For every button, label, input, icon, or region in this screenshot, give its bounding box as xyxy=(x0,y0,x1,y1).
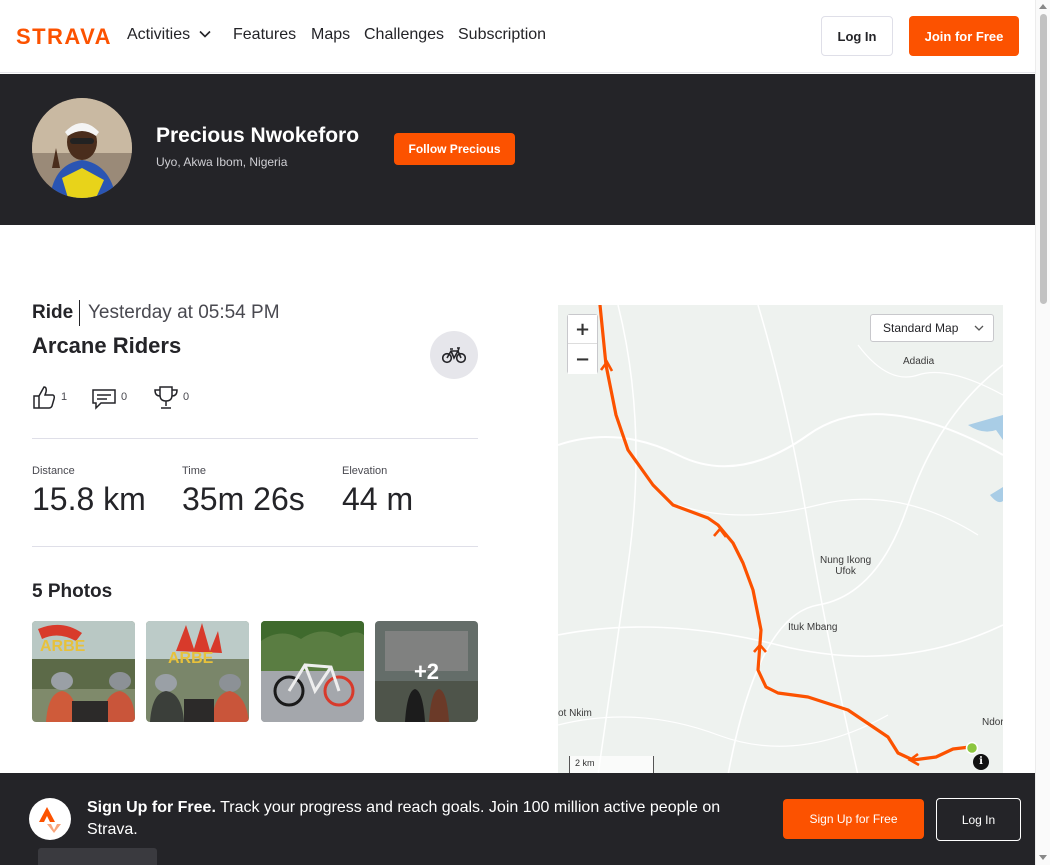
stat-distance-label: Distance xyxy=(32,465,75,477)
achievements-count: 0 xyxy=(183,391,190,403)
page: STRAVA Activities Features Maps Challeng… xyxy=(0,0,1050,865)
stat-time-label: Time xyxy=(182,465,207,477)
nav-maps[interactable]: Maps xyxy=(311,26,350,44)
activity-type: Ride xyxy=(32,302,74,323)
stat-time-value: 35m 26s xyxy=(182,481,305,517)
photo-image: ARBE xyxy=(32,621,135,722)
signup-message: Sign Up for Free. Track your progress an… xyxy=(87,797,747,841)
comments-button[interactable]: 0 xyxy=(91,384,131,412)
athlete-avatar[interactable] xyxy=(32,98,132,198)
map-label: Nung Ikong Ufok xyxy=(820,555,871,577)
thumbs-up-icon xyxy=(33,386,56,409)
map-scale-label: 2 km xyxy=(575,758,595,768)
stat-distance-value: 15.8 km xyxy=(32,481,146,517)
map-label: ot Nkim xyxy=(558,708,592,719)
photo-thumbnail[interactable] xyxy=(261,621,364,722)
photo-image xyxy=(261,621,364,722)
photo-image: ARBE xyxy=(146,621,249,722)
nav-features[interactable]: Features xyxy=(233,26,296,44)
svg-text:STRAVA: STRAVA xyxy=(16,24,111,48)
nav-challenges[interactable]: Challenges xyxy=(364,26,444,44)
top-navigation: STRAVA Activities Features Maps Challeng… xyxy=(0,0,1035,73)
stat-elevation-value: 44 m xyxy=(342,481,414,517)
stat-elevation-label: Elevation xyxy=(342,465,388,477)
scroll-down-arrow[interactable] xyxy=(1039,855,1047,860)
map-canvas xyxy=(558,305,1003,775)
follow-button[interactable]: Follow Precious xyxy=(394,133,515,165)
map-label: Ituk Mbang xyxy=(788,622,838,633)
scroll-up-arrow[interactable] xyxy=(1039,4,1047,9)
photo-thumbnail[interactable]: ARBE xyxy=(146,621,249,722)
strava-chevron-icon xyxy=(39,807,61,833)
chevron-down-icon xyxy=(974,325,984,331)
signup-headline: Sign Up for Free. xyxy=(87,799,216,816)
athlete-location: Uyo, Akwa Ibom, Nigeria xyxy=(156,155,288,169)
map-label-line: Ufok xyxy=(835,566,856,577)
map-label-line: Nung Ikong xyxy=(820,555,872,566)
comment-icon xyxy=(92,389,116,410)
activity-divider xyxy=(79,300,80,326)
svg-text:ARBE: ARBE xyxy=(168,650,214,667)
signup-login-button[interactable]: Log In xyxy=(936,798,1021,841)
strava-app-icon xyxy=(29,798,71,840)
map-type-label: Standard Map xyxy=(883,321,959,335)
join-for-free-button[interactable]: Join for Free xyxy=(909,16,1019,56)
map-label: Ndor xyxy=(982,717,1003,728)
map-scale: 2 km xyxy=(569,756,654,774)
zoom-out-button[interactable]: − xyxy=(568,345,597,374)
nav-activities[interactable]: Activities xyxy=(127,26,212,44)
zoom-control: + − xyxy=(567,314,598,374)
page-scrollbar[interactable] xyxy=(1035,0,1050,865)
bike-icon xyxy=(442,347,466,364)
route-map[interactable]: Adadia Nung Ikong Ufok Ituk Mbang ot Nkim… xyxy=(558,305,1003,775)
kudos-count: 1 xyxy=(61,391,68,403)
signup-button[interactable]: Sign Up for Free xyxy=(783,799,924,839)
kudos-button[interactable]: 1 xyxy=(32,384,72,412)
sport-badge xyxy=(430,331,478,379)
info-icon[interactable]: i xyxy=(973,754,989,770)
activity-title: Arcane Riders xyxy=(32,333,182,358)
more-photos-count: +2 xyxy=(375,621,478,722)
trophy-icon xyxy=(154,386,178,409)
strava-logo[interactable]: STRAVA xyxy=(16,24,112,48)
route-start-marker xyxy=(965,741,979,755)
athlete-banner: Precious Nwokeforo Uyo, Akwa Ibom, Niger… xyxy=(0,74,1035,225)
map-type-selector[interactable]: Standard Map xyxy=(870,314,994,342)
scroll-thumb[interactable] xyxy=(1040,14,1047,304)
nav-subscription[interactable]: Subscription xyxy=(458,26,546,44)
activity-date: Yesterday at 05:54 PM xyxy=(88,302,280,323)
obscured-button xyxy=(38,848,157,865)
nav-activities-label: Activities xyxy=(127,26,191,43)
comments-count: 0 xyxy=(121,391,128,403)
zoom-in-button[interactable]: + xyxy=(568,315,597,344)
avatar-image xyxy=(32,98,132,198)
photo-thumbnail[interactable]: ARBE xyxy=(32,621,135,722)
login-button[interactable]: Log In xyxy=(821,16,893,56)
divider xyxy=(32,546,478,547)
map-label: Adadia xyxy=(903,356,935,367)
athlete-name[interactable]: Precious Nwokeforo xyxy=(156,124,359,148)
achievements-button[interactable]: 0 xyxy=(153,384,193,412)
divider xyxy=(32,438,478,439)
photo-thumbnail-more[interactable]: +2 xyxy=(375,621,478,722)
photos-title: 5 Photos xyxy=(32,581,113,602)
svg-text:ARBE: ARBE xyxy=(40,638,86,655)
chevron-down-icon xyxy=(199,30,211,38)
